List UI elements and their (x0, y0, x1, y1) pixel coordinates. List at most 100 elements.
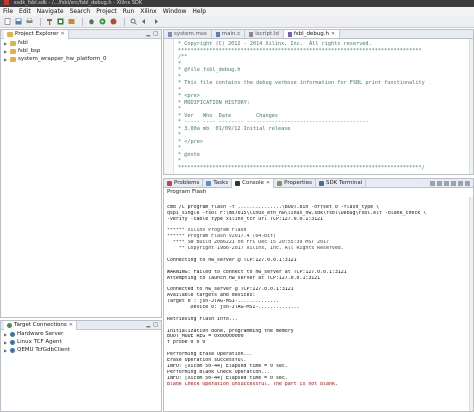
tab-fsbl-debug-h[interactable]: fsbl_debug.h ✕ (283, 30, 341, 38)
tab-target-connections[interactable]: Target Connections ✕ (4, 320, 77, 330)
menu-navigate[interactable]: Navigate (37, 8, 64, 15)
main-toolbar (0, 16, 474, 28)
expand-arrow-icon[interactable]: ▶ (4, 340, 8, 345)
menu-search[interactable]: Search (70, 8, 91, 15)
tab-project-explorer[interactable]: Project Explorer ✕ (4, 29, 69, 39)
tab-tasks[interactable]: Tasks (203, 178, 233, 188)
tab-label: Tasks (213, 180, 229, 186)
print-icon[interactable] (25, 18, 33, 26)
console-icon (235, 180, 241, 186)
menu-edit[interactable]: Edit (19, 8, 31, 15)
menu-bar: File Edit Navigate Search Project Run Xi… (0, 7, 474, 16)
folder-icon (7, 31, 13, 37)
menu-file[interactable]: File (3, 8, 13, 15)
tree-item-fsbl-bsp[interactable]: ▶ fsbl_bsp (1, 47, 161, 55)
tree-item-qemu[interactable]: ▶ QEMU TcfGdbClient (1, 346, 161, 354)
minimize-icon[interactable]: ▁ (146, 31, 150, 37)
expand-arrow-icon[interactable]: ▶ (4, 348, 8, 353)
new-icon[interactable] (3, 18, 11, 26)
minimize-icon[interactable]: ▁ (146, 322, 150, 328)
file-icon (249, 31, 254, 37)
clear-console-icon[interactable] (430, 180, 435, 186)
forward-arrow-icon[interactable] (151, 18, 159, 26)
tree-item-label: Hardware Server (17, 331, 64, 337)
tree-item-hardware-server[interactable]: ▶ Hardware Server (1, 330, 161, 338)
tab-problems[interactable]: Problems (164, 178, 204, 188)
tasks-icon (206, 180, 212, 186)
connection-icon (7, 322, 12, 328)
expand-arrow-icon[interactable]: ▶ (4, 41, 8, 46)
back-arrow-icon[interactable] (140, 18, 148, 26)
target-connections-header: Target Connections ✕ ▁ □ (1, 320, 161, 330)
tab-sdk-terminal[interactable]: SDK Terminal (316, 178, 367, 188)
bottom-panel-tab-bar: Problems Tasks Console ✕ Properties SDK … (163, 178, 474, 188)
toolbar-separator (40, 17, 41, 26)
target-connections-title: Target Connections (14, 322, 67, 328)
expand-arrow-icon[interactable]: ▶ (4, 57, 8, 62)
close-icon[interactable]: ✕ (69, 322, 73, 328)
debug-bug-icon[interactable] (87, 18, 95, 26)
project-explorer-title: Project Explorer (15, 31, 59, 37)
menu-run[interactable]: Run (123, 8, 135, 15)
menu-help[interactable]: Help (192, 8, 206, 15)
tab-label: SDK Terminal (325, 180, 363, 186)
menu-window[interactable]: Window (163, 8, 187, 15)
expand-arrow-icon[interactable]: ▶ (4, 49, 8, 54)
console-scrollbar[interactable] (469, 197, 473, 411)
project-explorer-pane: Project Explorer ✕ ▁ □ ▶ fsbl ▶ fsbl_bsp… (0, 29, 162, 318)
save-icon[interactable] (14, 18, 22, 26)
h-file-icon (287, 31, 292, 37)
menu-project[interactable]: Project (96, 8, 117, 15)
editor-gutter (164, 39, 174, 174)
maximize-icon[interactable]: □ (153, 322, 158, 328)
search-icon[interactable] (129, 18, 137, 26)
tree-item-fsbl[interactable]: ▶ fsbl (1, 39, 161, 47)
tab-lscript-ld[interactable]: lscript.ld (245, 30, 284, 38)
tab-label: system.mss (174, 31, 207, 37)
toolbar-separator (82, 17, 83, 26)
display-console-icon[interactable] (451, 180, 456, 186)
maximize-icon[interactable]: □ (153, 31, 158, 37)
project-folder-icon (10, 56, 16, 62)
tab-label: lscript.ld (255, 31, 279, 37)
program-fpga-icon[interactable] (56, 18, 64, 26)
console-output[interactable]: cmd /C program_flash -f ...............\… (163, 197, 474, 412)
code-content[interactable]: * Copyright (C) 2012 - 2014 Xilinx, Inc.… (178, 41, 469, 171)
console-error-line: Blank Check Operation unsuccessful. The … (167, 381, 338, 387)
close-icon[interactable]: ✕ (331, 31, 335, 37)
tree-item-label: fsbl_bsp (18, 48, 41, 54)
pin-console-icon[interactable] (444, 180, 449, 186)
pane-tools: ▁ □ (146, 322, 161, 328)
c-file-icon (215, 31, 220, 37)
tree-item-hw-platform[interactable]: ▶ system_wrapper_hw_platform_0 (1, 55, 161, 63)
tab-properties[interactable]: Properties (274, 178, 316, 188)
tab-label: Properties (284, 180, 312, 186)
tab-label: Problems (174, 180, 200, 186)
expand-arrow-icon[interactable]: ▶ (4, 332, 8, 337)
target-connections-pane: Target Connections ✕ ▁ □ ▶ Hardware Serv… (0, 320, 162, 412)
program-flash-icon[interactable] (67, 18, 75, 26)
tab-system-mss[interactable]: system.mss (164, 30, 212, 38)
window-title: xsdk_fsbl.sdk - /.../fsbl/src/fsbl_debug… (13, 0, 143, 6)
pane-tools: ▁ □ (146, 31, 161, 37)
close-icon[interactable]: ✕ (60, 31, 64, 37)
run-play-icon[interactable] (98, 18, 106, 26)
close-icon[interactable]: ✕ (266, 180, 270, 186)
tree-item-linux-tcf-agent[interactable]: ▶ Linux TCF Agent (1, 338, 161, 346)
maximize-icon[interactable] (465, 180, 470, 186)
project-explorer-header: Project Explorer ✕ ▁ □ (1, 29, 161, 39)
editor-scrollbar[interactable] (469, 39, 473, 174)
menu-xilinx[interactable]: Xilinx (140, 8, 156, 15)
external-tools-icon[interactable] (109, 18, 117, 26)
code-editor[interactable]: * Copyright (C) 2012 - 2014 Xilinx, Inc.… (163, 38, 474, 175)
build-hammer-icon[interactable] (45, 18, 53, 26)
console-title: Program Flash (163, 188, 474, 197)
tab-main-c[interactable]: main.c (212, 30, 246, 38)
console-toolbar (430, 180, 473, 186)
tab-console[interactable]: Console ✕ (232, 178, 275, 188)
scroll-lock-icon[interactable] (437, 180, 442, 186)
project-folder-icon (10, 40, 16, 46)
minimize-icon[interactable] (458, 180, 463, 186)
project-folder-icon (10, 48, 16, 54)
server-icon (10, 347, 15, 353)
